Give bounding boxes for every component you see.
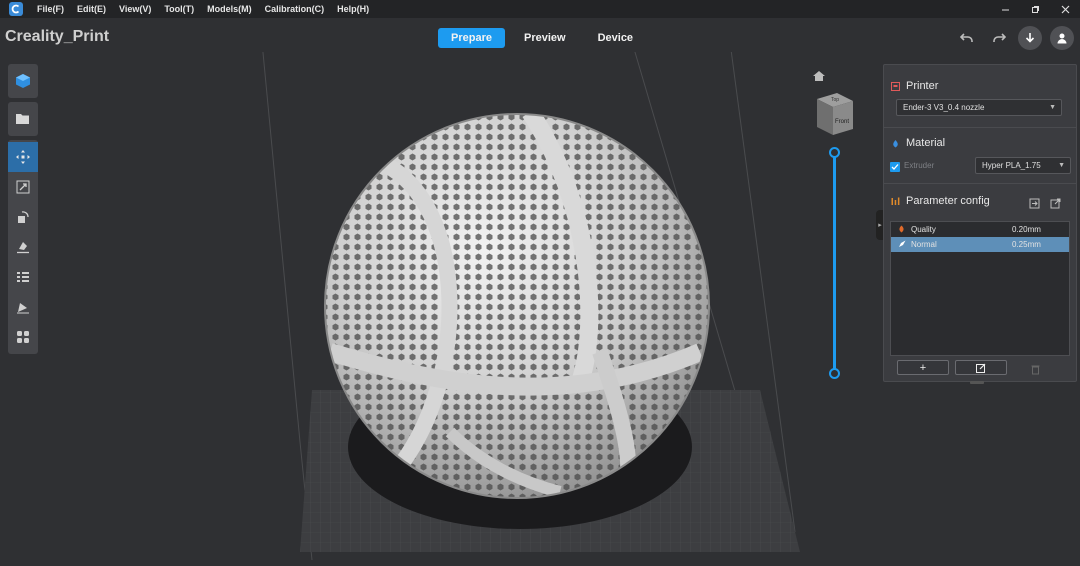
param-config-title: Parameter config — [906, 195, 990, 207]
app-title: Creality_Print — [5, 28, 110, 45]
menu-tool[interactable]: Tool(T) — [164, 4, 194, 14]
download-icon[interactable] — [1018, 26, 1042, 50]
file-tool-group — [8, 64, 38, 98]
menu-file[interactable]: File(F) — [37, 4, 64, 14]
settings-panel: Printer Ender-3 V3_0.4 nozzle ▼ Material… — [883, 64, 1077, 382]
rotate-icon[interactable] — [8, 202, 38, 232]
scale-icon[interactable] — [8, 172, 38, 202]
menu-calibration[interactable]: Calibration(C) — [265, 4, 325, 14]
cube-front-label: Front — [835, 119, 849, 125]
edit-tool-group — [8, 140, 38, 354]
divider — [884, 183, 1076, 184]
window-controls — [990, 0, 1080, 18]
material-select[interactable]: Hyper PLA_1.75 ▼ — [975, 157, 1071, 174]
material-select-value: Hyper PLA_1.75 — [982, 161, 1041, 170]
restore-icon[interactable] — [1020, 0, 1050, 18]
material-header: Material — [890, 137, 945, 149]
param-row-label: Normal — [911, 240, 937, 249]
printer-header: Printer — [890, 80, 938, 92]
open-file-icon[interactable] — [8, 104, 38, 134]
chevron-down-icon: ▼ — [1058, 162, 1065, 169]
panel-resize-handle[interactable] — [970, 381, 984, 384]
app-logo-icon — [9, 2, 23, 16]
menu-models[interactable]: Models(M) — [207, 4, 252, 14]
chevron-down-icon: ▼ — [1049, 104, 1056, 111]
edit-config-button[interactable] — [955, 360, 1007, 375]
printer-select-value: Ender-3 V3_0.4 nozzle — [903, 103, 985, 112]
redo-icon[interactable] — [988, 27, 1010, 49]
menu-help[interactable]: Help(H) — [337, 4, 369, 14]
mode-tabs: Prepare Preview Device — [438, 28, 652, 48]
menu-view[interactable]: View(V) — [119, 4, 151, 14]
param-row-normal[interactable]: Normal 0.25mm — [891, 237, 1069, 252]
layer-slider-bottom-handle[interactable] — [829, 368, 840, 379]
tab-prepare[interactable]: Prepare — [438, 28, 505, 48]
printer-title: Printer — [906, 80, 939, 92]
cube-top-label: Top — [831, 97, 839, 103]
tab-preview[interactable]: Preview — [511, 28, 579, 48]
arrange-icon[interactable] — [8, 262, 38, 292]
param-list: Quality 0.20mm Normal 0.25mm — [890, 221, 1070, 356]
add-model-icon[interactable] — [8, 66, 38, 96]
menu-bar: File(F) Edit(E) View(V) Tool(T) Models(M… — [0, 0, 1080, 18]
extruder-label: Extruder — [904, 161, 935, 170]
rocket-icon — [898, 240, 906, 250]
view-cube[interactable]: Top Front — [815, 91, 855, 144]
basketball-model — [324, 113, 710, 499]
printer-icon — [890, 81, 900, 91]
layer-slider[interactable] — [829, 147, 840, 379]
minimize-icon[interactable] — [990, 0, 1020, 18]
printer-select[interactable]: Ender-3 V3_0.4 nozzle ▼ — [896, 99, 1062, 116]
support-icon[interactable] — [8, 292, 38, 322]
material-title: Material — [906, 137, 946, 149]
top-right-toolbar — [946, 26, 1074, 50]
divider — [884, 127, 1076, 128]
move-icon[interactable] — [8, 142, 38, 172]
param-config-icon — [890, 196, 900, 206]
param-config-header: Parameter config — [890, 195, 990, 207]
left-toolbar — [8, 64, 38, 358]
user-icon[interactable] — [1050, 26, 1074, 50]
add-icon: + — [919, 361, 927, 374]
delete-icon[interactable] — [1031, 362, 1040, 380]
more-icon[interactable] — [8, 322, 38, 352]
param-row-value: 0.20mm — [1012, 225, 1041, 234]
flame-icon — [898, 225, 906, 235]
material-icon — [890, 138, 900, 148]
param-row-label: Quality — [911, 225, 936, 234]
add-config-button[interactable]: + — [897, 360, 949, 375]
open-tool-group — [8, 102, 38, 136]
param-row-value: 0.25mm — [1012, 240, 1041, 249]
layer-slider-top-handle[interactable] — [829, 147, 840, 158]
edit-icon — [976, 363, 986, 373]
undo-icon[interactable] — [956, 27, 978, 49]
close-icon[interactable] — [1050, 0, 1080, 18]
import-config-icon[interactable] — [1029, 196, 1040, 214]
lay-flat-icon[interactable] — [8, 232, 38, 262]
param-row-quality[interactable]: Quality 0.20mm — [891, 222, 1069, 237]
tab-device[interactable]: Device — [585, 28, 646, 48]
extruder-checkbox[interactable] — [890, 162, 900, 172]
menu-edit[interactable]: Edit(E) — [77, 4, 106, 14]
home-view-icon[interactable] — [812, 69, 826, 87]
export-config-icon[interactable] — [1050, 196, 1061, 214]
